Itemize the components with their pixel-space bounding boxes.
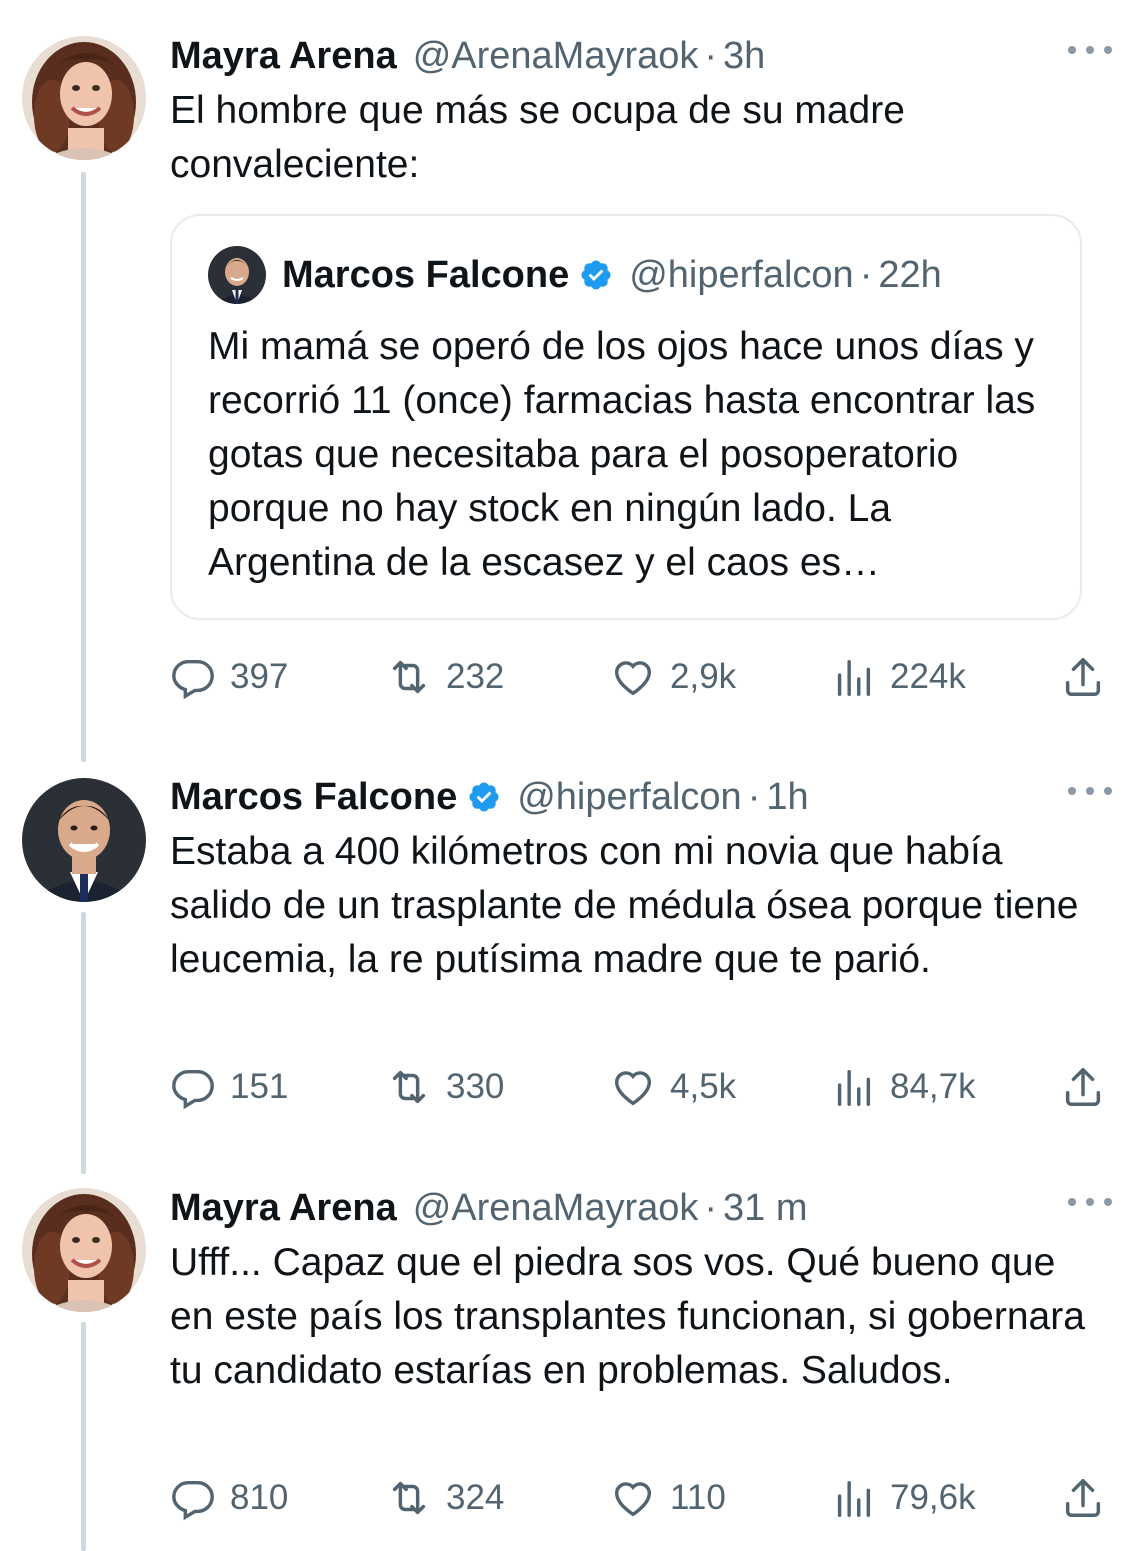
- share-icon: [1065, 1068, 1101, 1106]
- author-handle[interactable]: @ArenaMayraok: [413, 1187, 699, 1230]
- timestamp[interactable]: 31 m: [723, 1187, 807, 1230]
- retweet-icon: [392, 1070, 426, 1104]
- retweet-icon: [392, 1481, 426, 1515]
- retweet-button[interactable]: 232: [386, 654, 504, 700]
- views-button[interactable]: 224k: [830, 654, 966, 700]
- retweet-icon: [392, 660, 426, 694]
- thread-line: [81, 912, 86, 1174]
- share-icon: [1065, 1479, 1101, 1517]
- tweet-header: Mayra Arena @ArenaMayraok · 3h: [170, 34, 1118, 78]
- like-button[interactable]: 2,9k: [610, 654, 736, 700]
- share-button[interactable]: [1060, 1475, 1120, 1521]
- timestamp[interactable]: 1h: [766, 776, 808, 819]
- reply-count: 810: [230, 1478, 289, 1517]
- separator: ·: [704, 34, 718, 77]
- quote-text: Mi mamá se operó de los ojos hace unos d…: [208, 325, 1036, 584]
- more-options-icon[interactable]: [1068, 781, 1112, 801]
- author-name[interactable]: Mayra Arena: [170, 35, 397, 78]
- views-button[interactable]: 84,7k: [830, 1064, 976, 1110]
- author-name[interactable]: Mayra Arena: [170, 1187, 397, 1230]
- man-suit-avatar: [22, 778, 146, 902]
- author-name[interactable]: Marcos Falcone: [170, 776, 457, 819]
- verified-badge-icon: [581, 260, 611, 290]
- more-options-icon[interactable]: [1068, 1192, 1112, 1212]
- like-count: 2,9k: [670, 657, 737, 696]
- heart-icon: [614, 1482, 652, 1517]
- more-options-icon[interactable]: [1068, 40, 1112, 60]
- author-handle[interactable]: @ArenaMayraok: [413, 35, 699, 78]
- quote-header: Marcos Falcone @hiperfalcon · 22h: [208, 246, 1044, 304]
- share-button[interactable]: [1060, 1064, 1120, 1110]
- like-button[interactable]: 110: [610, 1475, 726, 1521]
- view-count: 224k: [890, 657, 966, 696]
- separator: ·: [859, 253, 873, 296]
- retweet-button[interactable]: 330: [386, 1064, 504, 1110]
- author-name[interactable]: Marcos Falcone: [282, 254, 569, 297]
- reply-icon: [172, 1480, 214, 1521]
- like-count: 4,5k: [670, 1067, 737, 1106]
- woman-curly-hair-avatar: [22, 1188, 146, 1312]
- reply-icon: [172, 659, 214, 700]
- avatar: [208, 246, 266, 304]
- like-count: 110: [670, 1478, 726, 1517]
- reply-icon: [172, 1069, 214, 1110]
- reply-count: 151: [230, 1067, 289, 1106]
- quoted-tweet[interactable]: Marcos Falcone @hiperfalcon · 22h Mi mam…: [170, 214, 1082, 620]
- tweet-actions: 151 330 4,5k 84,7k: [170, 1062, 1120, 1112]
- woman-curly-hair-avatar: [22, 36, 146, 160]
- thread-line: [81, 1322, 86, 1551]
- reply-count: 397: [230, 657, 289, 696]
- views-icon: [837, 659, 871, 696]
- like-button[interactable]: 4,5k: [610, 1064, 736, 1110]
- retweet-count: 330: [446, 1067, 505, 1106]
- reply-button[interactable]: 810: [170, 1475, 288, 1521]
- timestamp[interactable]: 22h: [878, 254, 941, 297]
- tweet-actions: 397 232 2,9k 224k: [170, 652, 1120, 702]
- views-icon: [837, 1069, 871, 1106]
- separator: ·: [747, 775, 761, 818]
- separator: ·: [704, 1186, 718, 1229]
- avatar[interactable]: [22, 778, 146, 902]
- view-count: 79,6k: [890, 1478, 976, 1517]
- share-button[interactable]: [1060, 654, 1120, 700]
- avatar[interactable]: [22, 1188, 146, 1312]
- tweet-header: Mayra Arena @ArenaMayraok · 31 m: [170, 1186, 1118, 1230]
- retweet-button[interactable]: 324: [386, 1475, 504, 1521]
- share-icon: [1065, 658, 1101, 696]
- man-suit-avatar: [208, 246, 266, 304]
- tweet-actions: 810 324 110 79,6k: [170, 1473, 1120, 1523]
- author-handle[interactable]: @hiperfalcon: [629, 254, 853, 297]
- timestamp[interactable]: 3h: [723, 35, 765, 78]
- heart-icon: [614, 661, 652, 696]
- thread-line: [81, 172, 86, 762]
- tweet-text: El hombre que más se ocupa de su madre c…: [170, 89, 916, 186]
- retweet-count: 324: [446, 1478, 505, 1517]
- tweet[interactable]: Mayra Arena @ArenaMayraok · 3h El hombre…: [170, 34, 1118, 620]
- tweet-header: Marcos Falcone @hiperfalcon · 1h: [170, 775, 1118, 819]
- view-count: 84,7k: [890, 1067, 976, 1106]
- retweet-count: 232: [446, 657, 505, 696]
- avatar[interactable]: [22, 36, 146, 160]
- tweet[interactable]: Mayra Arena @ArenaMayraok · 31 m Ufff...…: [170, 1186, 1118, 1398]
- author-handle[interactable]: @hiperfalcon: [517, 776, 741, 819]
- reply-button[interactable]: 151: [170, 1064, 288, 1110]
- tweet-text: Ufff... Capaz que el piedra sos vos. Qué…: [170, 1241, 1096, 1392]
- tweet-text: Estaba a 400 kilómetros con mi novia que…: [170, 830, 1090, 981]
- reply-button[interactable]: 397: [170, 654, 288, 700]
- heart-icon: [614, 1071, 652, 1106]
- verified-badge-icon: [469, 782, 499, 812]
- views-button[interactable]: 79,6k: [830, 1475, 976, 1521]
- views-icon: [837, 1480, 871, 1517]
- tweet[interactable]: Marcos Falcone @hiperfalcon · 1h Estaba …: [170, 775, 1118, 987]
